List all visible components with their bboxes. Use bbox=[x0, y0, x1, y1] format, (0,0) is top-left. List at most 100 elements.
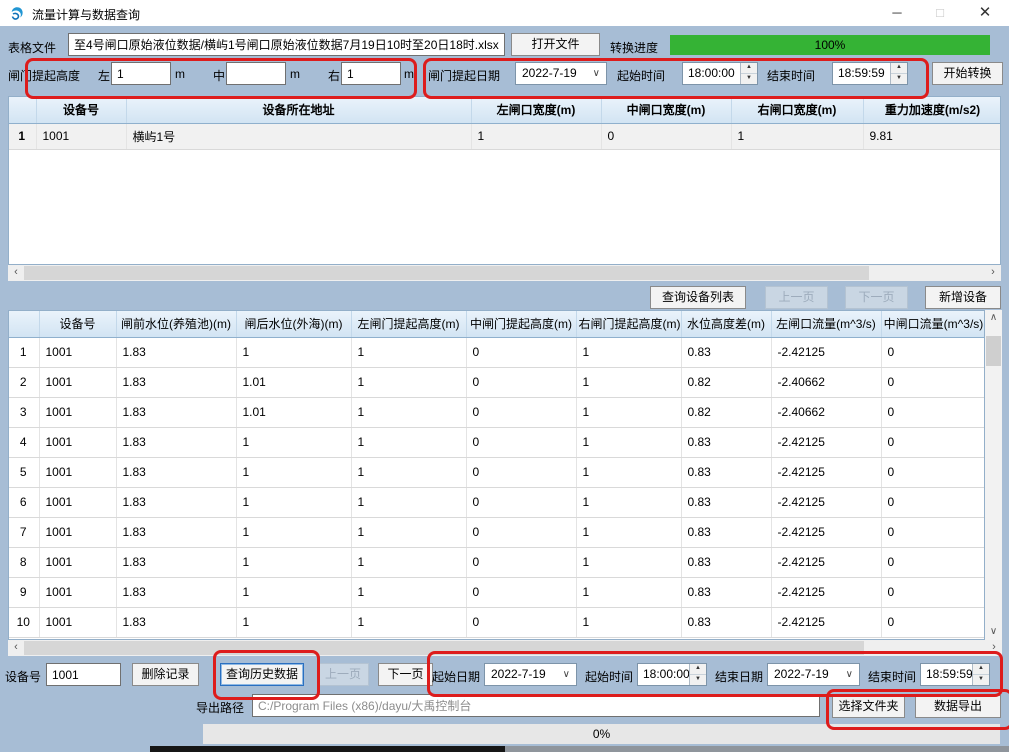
cell: 1.83 bbox=[116, 577, 236, 607]
query-start-time-label: 起始时间 bbox=[585, 668, 633, 685]
query-end-time-spinner[interactable]: 18:59:59 ▲ ▼ bbox=[920, 663, 990, 686]
history-prev-page-button[interactable]: 上一页 bbox=[317, 663, 369, 686]
cell: 1 bbox=[236, 427, 351, 457]
table-row[interactable]: 510011.8311010.83-2.421250 bbox=[9, 457, 985, 487]
cell: 0 bbox=[881, 487, 985, 517]
history-vscroll-thumb[interactable] bbox=[986, 336, 1001, 366]
cell: 0.82 bbox=[681, 367, 771, 397]
spin-up-icon[interactable]: ▲ bbox=[891, 63, 907, 74]
cell: 0.83 bbox=[681, 427, 771, 457]
spin-down-icon[interactable]: ▼ bbox=[891, 74, 907, 84]
table-row[interactable]: 1010011.8311010.83-2.421250 bbox=[9, 607, 985, 637]
cell: 0 bbox=[881, 337, 985, 367]
cell: 0.83 bbox=[681, 487, 771, 517]
device-table-hscrollbar[interactable]: ‹ › bbox=[8, 265, 1001, 281]
query-start-date-combo[interactable]: 2022-7-19 ∨ bbox=[484, 663, 577, 686]
cell: 0 bbox=[881, 547, 985, 577]
scroll-up-icon[interactable]: ∧ bbox=[985, 310, 1002, 326]
table-row[interactable]: 710011.8311010.83-2.421250 bbox=[9, 517, 985, 547]
chevron-down-icon: ∨ bbox=[593, 63, 600, 84]
start-time-label: 起始时间 bbox=[617, 67, 665, 84]
table-row[interactable]: 110011.8311010.83-2.421250 bbox=[9, 337, 985, 367]
file-path-input[interactable] bbox=[68, 33, 505, 56]
cell: 1 bbox=[576, 457, 681, 487]
table-row[interactable]: 810011.8311010.83-2.421250 bbox=[9, 547, 985, 577]
cell: 1 bbox=[351, 427, 466, 457]
scroll-down-icon[interactable]: ∨ bbox=[985, 624, 1002, 640]
spin-down-icon[interactable]: ▼ bbox=[973, 675, 989, 685]
cell: 9.81 bbox=[863, 123, 1001, 149]
table-row[interactable]: 11001横屿1号1019.81 bbox=[9, 123, 1001, 149]
device-id-input[interactable] bbox=[46, 663, 121, 686]
export-progress-text: 0% bbox=[203, 724, 1000, 744]
cell: 0 bbox=[881, 517, 985, 547]
spin-down-icon[interactable]: ▼ bbox=[741, 74, 757, 84]
table-row[interactable]: 910011.8311010.83-2.421250 bbox=[9, 577, 985, 607]
cell: 1.83 bbox=[116, 547, 236, 577]
history-hscroll-thumb[interactable] bbox=[24, 641, 864, 655]
select-folder-button[interactable]: 选择文件夹 bbox=[832, 695, 905, 718]
export-path-input[interactable] bbox=[252, 694, 820, 717]
row-index: 4 bbox=[9, 427, 39, 457]
column-header: 左闸口流量(m^3/s) bbox=[771, 311, 881, 337]
scroll-left-icon[interactable]: ‹ bbox=[8, 265, 24, 281]
cell: 0.83 bbox=[681, 517, 771, 547]
maximize-button[interactable]: □ bbox=[920, 0, 960, 26]
cell: 0 bbox=[466, 487, 576, 517]
export-progress-bar: 0% bbox=[203, 724, 1000, 744]
cell: 1 bbox=[351, 397, 466, 427]
table-row[interactable]: 310011.831.011010.82-2.406620 bbox=[9, 397, 985, 427]
data-export-button[interactable]: 数据导出 bbox=[915, 695, 1001, 718]
scroll-left-icon[interactable]: ‹ bbox=[8, 640, 24, 656]
mid-gate-height-input[interactable] bbox=[226, 62, 286, 85]
row-index: 9 bbox=[9, 577, 39, 607]
spin-up-icon[interactable]: ▲ bbox=[741, 63, 757, 74]
row-index: 5 bbox=[9, 457, 39, 487]
spin-up-icon[interactable]: ▲ bbox=[973, 664, 989, 675]
add-device-button[interactable]: 新增设备 bbox=[925, 286, 1001, 309]
query-start-time-spinner[interactable]: 18:00:00 ▲ ▼ bbox=[637, 663, 707, 686]
open-file-button[interactable]: 打开文件 bbox=[511, 33, 600, 56]
cell: 0.83 bbox=[681, 457, 771, 487]
query-history-button[interactable]: 查询历史数据 bbox=[220, 663, 304, 686]
close-button[interactable]: ✕ bbox=[965, 0, 1005, 26]
start-time-spinner[interactable]: 18:00:00 ▲ ▼ bbox=[682, 62, 758, 85]
history-table-vscrollbar[interactable]: ∧ ∨ bbox=[985, 310, 1002, 640]
delete-record-button[interactable]: 删除记录 bbox=[132, 663, 199, 686]
cell: 0 bbox=[466, 517, 576, 547]
right-gate-height-input[interactable] bbox=[341, 62, 401, 85]
cell: -2.40662 bbox=[771, 397, 881, 427]
scroll-right-icon[interactable]: › bbox=[985, 265, 1001, 281]
cell: 0 bbox=[881, 577, 985, 607]
table-row[interactable]: 410011.8311010.83-2.421250 bbox=[9, 427, 985, 457]
scroll-right-icon[interactable]: › bbox=[986, 640, 1002, 656]
cell: 1001 bbox=[39, 577, 116, 607]
spin-down-icon[interactable]: ▼ bbox=[690, 675, 706, 685]
device-hscroll-thumb[interactable] bbox=[24, 266, 869, 280]
query-device-list-button[interactable]: 查询设备列表 bbox=[650, 286, 746, 309]
table-row[interactable]: 210011.831.011010.82-2.406620 bbox=[9, 367, 985, 397]
query-end-date-label: 结束日期 bbox=[715, 668, 763, 685]
left-gate-height-input[interactable] bbox=[111, 62, 171, 85]
device-next-page-button[interactable]: 下一页 bbox=[845, 286, 908, 309]
cell: 1 bbox=[471, 123, 601, 149]
cell: 1 bbox=[351, 487, 466, 517]
column-header: 水位高度差(m) bbox=[681, 311, 771, 337]
start-convert-button[interactable]: 开始转换 bbox=[932, 62, 1003, 85]
history-table-hscrollbar[interactable]: ‹ › bbox=[8, 640, 1002, 656]
minimize-button[interactable]: ─ bbox=[877, 0, 917, 26]
query-end-time-label: 结束时间 bbox=[868, 668, 916, 685]
table-row[interactable]: 610011.8311010.83-2.421250 bbox=[9, 487, 985, 517]
device-prev-page-button[interactable]: 上一页 bbox=[765, 286, 828, 309]
row-index: 8 bbox=[9, 547, 39, 577]
history-next-page-button[interactable]: 下一页 bbox=[378, 663, 433, 686]
spin-up-icon[interactable]: ▲ bbox=[690, 664, 706, 675]
column-header: 中闸口宽度(m) bbox=[601, 97, 731, 123]
query-end-date-combo[interactable]: 2022-7-19 ∨ bbox=[767, 663, 860, 686]
cell: -2.42125 bbox=[771, 517, 881, 547]
app-window: 流量计算与数据查询 ─ □ ✕ 表格文件 打开文件 转换进度 100% 闸门提起… bbox=[0, 0, 1009, 752]
gate-lift-date-combo[interactable]: 2022-7-19 ∨ bbox=[515, 62, 607, 85]
cell: 1001 bbox=[39, 367, 116, 397]
end-time-spinner[interactable]: 18:59:59 ▲ ▼ bbox=[832, 62, 908, 85]
cell: -2.42125 bbox=[771, 547, 881, 577]
